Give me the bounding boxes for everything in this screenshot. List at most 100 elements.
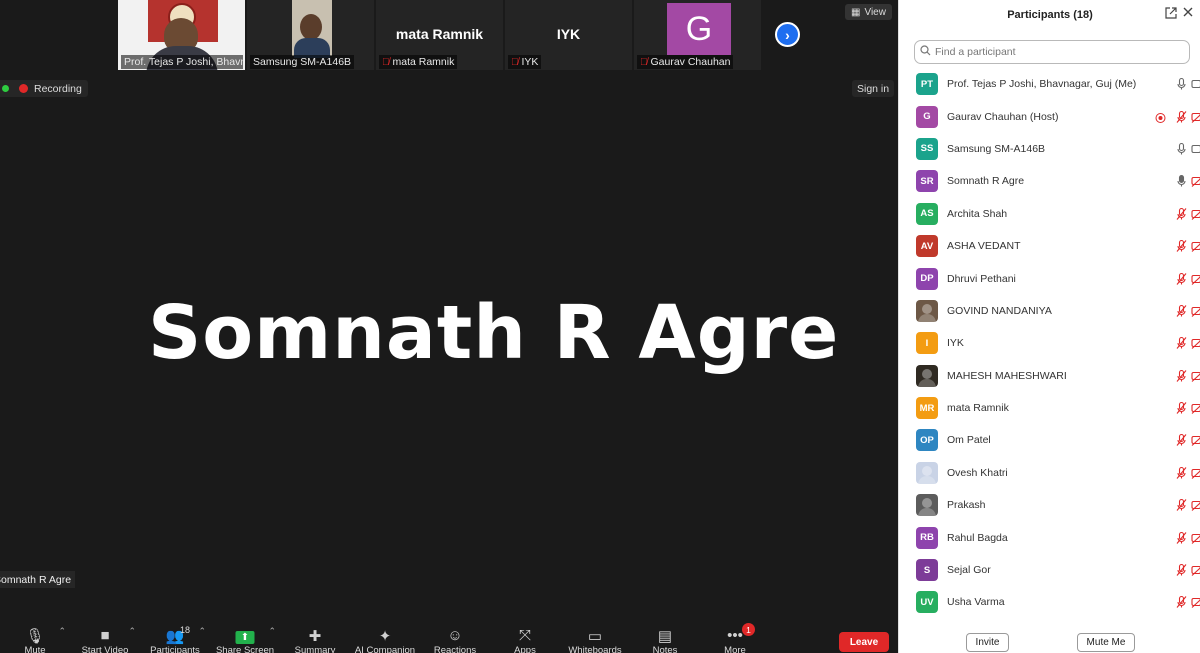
toolbar-label: Whiteboards [568, 645, 622, 653]
thumbnail-center-name: mata Ramnik [395, 26, 484, 42]
participant-name: Rahul Bagda [947, 531, 1008, 544]
participant-status [1121, 554, 1200, 586]
mute-me-button[interactable]: Mute Me [1077, 633, 1135, 652]
participant-name: Dhruvi Pethani [947, 272, 1016, 285]
chevron-up-icon[interactable]: ⌃ [58, 626, 66, 637]
whiteboards-button[interactable]: ▭ Whiteboards [560, 623, 630, 653]
participant-name: Om Patel [947, 434, 991, 447]
participant-row[interactable]: OP Om Patel [899, 424, 1200, 456]
participant-row[interactable]: AS Archita Shah [899, 198, 1200, 230]
participant-row[interactable]: I IYK [899, 327, 1200, 359]
avatar [916, 461, 938, 484]
notes-button[interactable]: ▤ Notes [630, 623, 700, 653]
participant-name: Ovesh Khatri [947, 466, 1008, 479]
close-icon[interactable] [1182, 5, 1196, 19]
zoom-window: Prof. Tejas P Joshi, Bhavna... Samsung S… [0, 0, 1200, 653]
mic-muted-icon[interactable] [1175, 434, 1188, 447]
mic-icon[interactable] [1175, 142, 1188, 155]
mic-button[interactable]: 🎙 Mute ⌃ [0, 623, 70, 653]
mic-muted-icon[interactable] [1175, 337, 1188, 350]
participant-status [1121, 230, 1200, 262]
next-page-arrow-icon[interactable]: › [775, 22, 800, 47]
video-thumbnail[interactable]: G 🎙̸ Gaurav Chauhan [634, 0, 761, 70]
mic-muted-icon[interactable] [1175, 563, 1188, 577]
participant-status [1121, 327, 1200, 359]
chevron-up-icon[interactable]: ⌃ [128, 626, 136, 637]
video-thumbnail[interactable]: mata Ramnik 🎙̸ mata Ramnik [376, 0, 503, 70]
participant-row[interactable]: RB Rahul Bagda [899, 521, 1200, 553]
video-off-icon [1191, 272, 1200, 285]
chevron-up-icon[interactable]: ⌃ [198, 626, 206, 637]
participant-row[interactable]: SR Somnath R Agre [899, 165, 1200, 197]
participant-row[interactable]: S Sejal Gor [899, 554, 1200, 586]
mic-muted-icon[interactable] [1175, 304, 1188, 317]
participant-row[interactable]: GOVIND NANDANIYA [899, 295, 1200, 327]
video-off-icon [1191, 369, 1200, 382]
mic-muted-icon[interactable] [1175, 531, 1188, 544]
participant-row[interactable]: UV Usha Varma [899, 586, 1200, 618]
notes-icon: ▤ [657, 628, 673, 645]
mic-muted-icon[interactable] [1175, 207, 1188, 220]
participant-count: 18 [180, 625, 191, 635]
chevron-up-icon[interactable]: ⌃ [268, 626, 276, 637]
mic-icon: 🎙 [25, 628, 45, 645]
invite-button[interactable]: Invite [966, 633, 1009, 652]
avatar: OP [916, 429, 938, 452]
video-icon [1191, 78, 1200, 91]
avatar: PT [916, 73, 938, 96]
video-off-icon [1191, 207, 1200, 220]
avatar [916, 364, 938, 387]
view-button[interactable]: ▦ View [845, 4, 892, 20]
summary-button[interactable]: ✚ Summary [280, 623, 350, 653]
mic-icon[interactable] [1175, 78, 1188, 91]
mic-muted-icon[interactable] [1175, 466, 1188, 479]
mic-muted-icon[interactable] [1175, 499, 1188, 512]
participant-status [1121, 586, 1200, 618]
reactions-button[interactable]: ☺ Reactions [420, 623, 490, 653]
more-icon: ••• [727, 627, 743, 644]
avatar: SR [916, 170, 938, 193]
video-off-icon [1191, 240, 1200, 253]
mic-muted-icon[interactable] [1175, 272, 1188, 285]
participant-row[interactable]: SS Samsung SM-A146B [899, 133, 1200, 165]
mic-muted-icon[interactable] [1175, 402, 1188, 415]
participant-row[interactable]: AV ASHA VEDANT [899, 230, 1200, 262]
reactions-icon: ☺ [447, 627, 463, 644]
participant-status [1121, 133, 1200, 165]
participants-panel: Participants (18) PT Prof. Tejas P Joshi,… [898, 0, 1200, 653]
participant-row[interactable]: MR mata Ramnik [899, 392, 1200, 424]
record-dot-icon [19, 84, 28, 93]
video-thumbnail[interactable]: Samsung SM-A146B [247, 0, 374, 70]
participant-row[interactable]: PT Prof. Tejas P Joshi, Bhavnagar, Guj (M… [899, 68, 1200, 100]
meeting-area: Prof. Tejas P Joshi, Bhavna... Samsung S… [0, 0, 898, 653]
participant-row[interactable]: DP Dhruvi Pethani [899, 262, 1200, 294]
apps-button[interactable]: ⤧ Apps [490, 623, 560, 653]
participants-button[interactable]: 👥 Participants ⌃ 18 [140, 623, 210, 653]
popout-icon[interactable] [1165, 7, 1179, 21]
avatar: MR [916, 397, 938, 420]
video-thumbnail[interactable]: Prof. Tejas P Joshi, Bhavna... [118, 0, 245, 70]
more-button[interactable]: ••• More 1 [700, 623, 770, 653]
search-input[interactable] [935, 46, 1175, 58]
video-thumbnail[interactable]: IYK 🎙̸ IYK [505, 0, 632, 70]
participant-row[interactable]: MAHESH MAHESHWARI [899, 360, 1200, 392]
leave-button[interactable]: Leave [839, 632, 889, 652]
sign-in-button[interactable]: Sign in [852, 80, 895, 97]
video-thumbnail-strip: Prof. Tejas P Joshi, Bhavna... Samsung S… [118, 0, 761, 70]
participant-row[interactable]: G Gaurav Chauhan (Host) [899, 100, 1200, 132]
mic-muted-icon[interactable] [1175, 369, 1188, 382]
participant-search[interactable] [914, 40, 1190, 64]
toolbar-label: Notes [652, 645, 678, 653]
ai-companion-button[interactable]: ✦ AI Companion [350, 623, 420, 653]
participant-row[interactable]: Prakash [899, 489, 1200, 521]
avatar: AV [916, 235, 938, 258]
participant-row[interactable]: Ovesh Khatri [899, 457, 1200, 489]
video-button[interactable]: ■ Start Video ⌃ [70, 623, 140, 653]
share-screen-button[interactable]: ⬆ Share Screen ⌃ [210, 623, 280, 653]
mic-muted-icon[interactable] [1175, 240, 1188, 253]
mic-icon[interactable] [1175, 175, 1188, 188]
recording-indicator[interactable]: Recording [0, 80, 88, 97]
mic-muted-icon[interactable] [1175, 596, 1188, 609]
participant-status [1121, 262, 1200, 294]
mic-muted-icon[interactable] [1175, 110, 1188, 123]
